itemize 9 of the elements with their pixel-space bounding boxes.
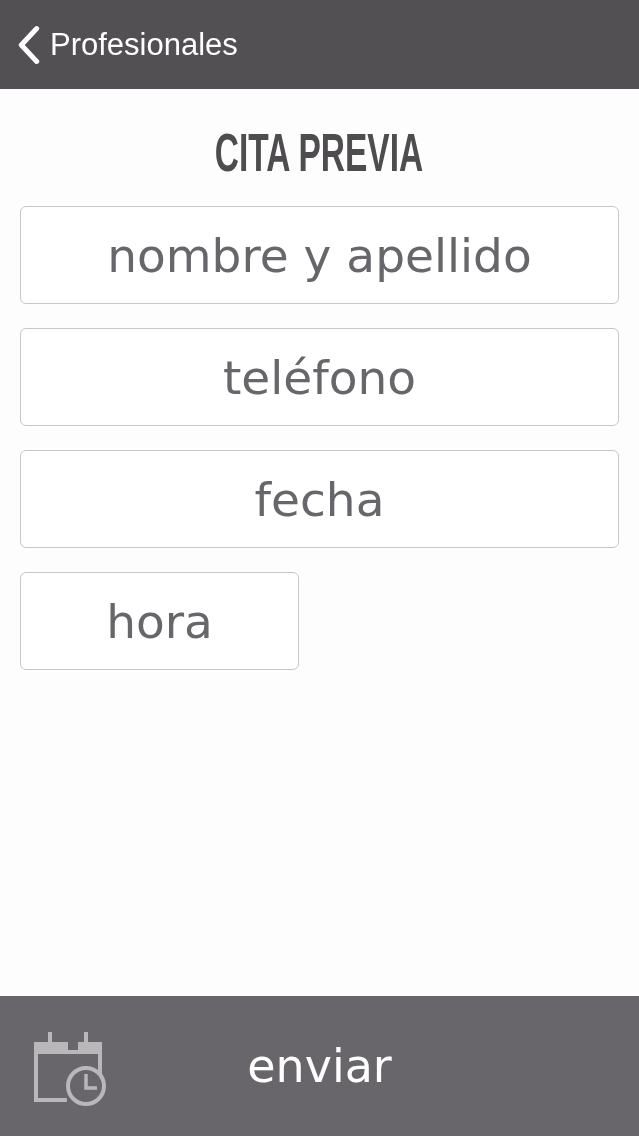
send-button[interactable]: enviar — [0, 996, 639, 1136]
calendar-clock-icon — [34, 1031, 109, 1107]
input-field[interactable]: teléfono — [20, 328, 619, 426]
input-field[interactable]: nombre y apellido — [20, 206, 619, 304]
input-field[interactable]: hora — [20, 572, 299, 670]
page-title: CITA PREVIA — [215, 124, 424, 179]
back-chevron-icon — [18, 24, 40, 65]
input-field[interactable]: fecha — [20, 450, 619, 548]
back-button[interactable]: Profesionales — [18, 24, 238, 65]
